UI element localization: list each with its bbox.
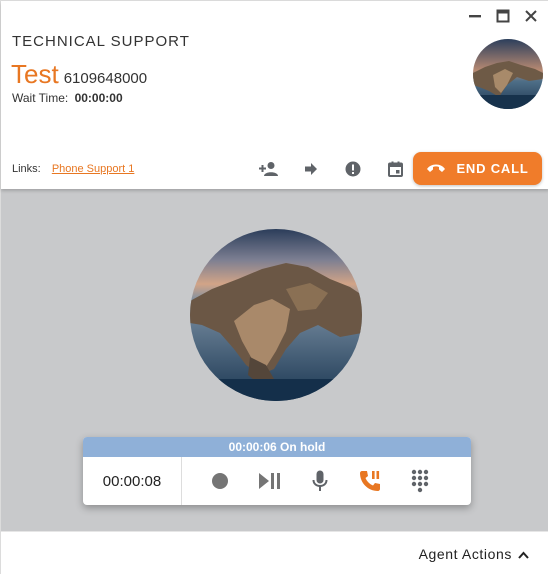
hang-up-icon [426, 161, 446, 176]
wait-time: Wait Time: 00:00:00 [12, 91, 123, 105]
caller-avatar-large [190, 229, 362, 401]
chevron-up-icon [518, 546, 529, 562]
call-stage: 00:00:06 On hold 00:00:08 [1, 189, 548, 531]
microphone-icon[interactable] [308, 468, 332, 494]
calendar-icon[interactable] [383, 158, 407, 180]
call-window: TECHNICAL SUPPORT Test 6109648000 Wait T… [0, 0, 548, 574]
call-action-icons [257, 158, 407, 180]
close-icon[interactable] [521, 7, 541, 25]
alert-icon[interactable] [341, 158, 365, 180]
agent-actions-toggle[interactable]: Agent Actions [419, 546, 529, 562]
dialpad-icon[interactable] [408, 468, 432, 494]
call-control-panel: 00:00:06 On hold 00:00:08 [83, 437, 471, 505]
footer-bar: Agent Actions [1, 531, 548, 574]
wait-time-value: 00:00:00 [74, 91, 123, 105]
wait-time-label: Wait Time: [12, 91, 69, 105]
queue-name: TECHNICAL SUPPORT [12, 33, 190, 50]
record-icon[interactable] [208, 468, 232, 494]
caller-number: 6109648000 [63, 70, 148, 87]
end-call-label: END CALL [456, 161, 529, 176]
add-person-icon[interactable] [257, 158, 281, 180]
play-pause-icon[interactable] [258, 468, 282, 494]
caller-info: Test 6109648000 [11, 59, 147, 90]
window-controls [465, 7, 541, 25]
hold-call-icon[interactable] [358, 468, 382, 494]
phone-support-link[interactable]: Phone Support 1 [52, 163, 135, 175]
links-row: Links: Phone Support 1 [12, 163, 134, 175]
call-controls-row: 00:00:08 [83, 457, 471, 505]
caller-avatar [473, 39, 543, 109]
call-controls [182, 468, 432, 494]
links-label: Links: [12, 163, 41, 175]
caller-name: Test [11, 59, 59, 89]
minimize-icon[interactable] [465, 7, 485, 25]
end-call-button[interactable]: END CALL [413, 152, 542, 185]
call-timer: 00:00:08 [83, 457, 182, 505]
forward-arrow-icon[interactable] [299, 158, 323, 180]
maximize-icon[interactable] [493, 7, 513, 25]
agent-actions-label: Agent Actions [418, 546, 512, 562]
call-header: TECHNICAL SUPPORT Test 6109648000 Wait T… [1, 1, 548, 189]
hold-status-bar: 00:00:06 On hold [83, 437, 471, 457]
